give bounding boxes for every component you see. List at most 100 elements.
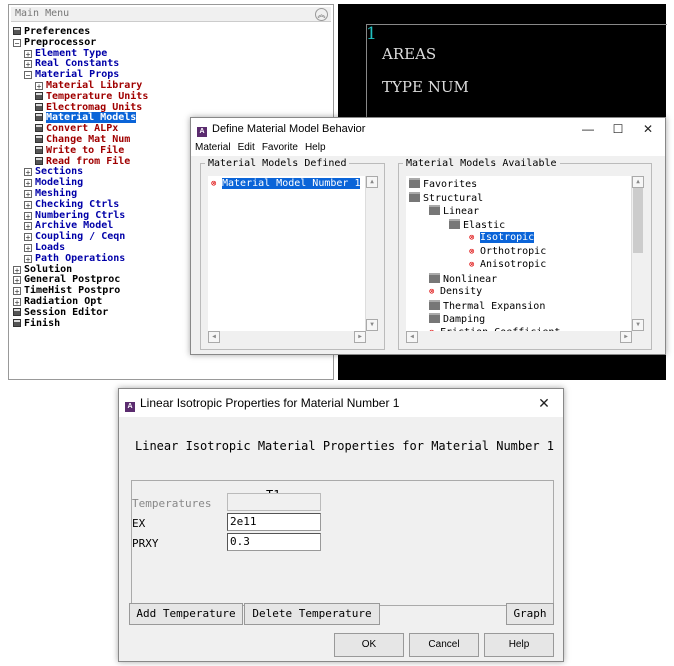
- ok-button[interactable]: OK: [334, 633, 404, 657]
- tree-node[interactable]: ⊗ Isotropic: [469, 232, 535, 244]
- menu-item-convert-alpx[interactable]: Convert ALPx: [35, 123, 118, 134]
- command-icon: [13, 318, 21, 327]
- horizontal-scrollbar[interactable]: ◀ ▶: [208, 331, 378, 343]
- menu-item-finish[interactable]: Finish: [13, 318, 60, 329]
- menu-item-loads[interactable]: + Loads: [24, 242, 65, 253]
- scroll-down-arrow[interactable]: ▼: [632, 319, 644, 331]
- expand-icon: +: [35, 82, 43, 91]
- folder-icon: [429, 313, 440, 323]
- menu-item-element-type[interactable]: + Element Type: [24, 48, 107, 59]
- expand-icon: +: [13, 298, 21, 307]
- tree-node[interactable]: Thermal Expansion: [429, 299, 545, 313]
- menu-item-path-operations[interactable]: + Path Operations: [24, 253, 125, 264]
- define-material-dialog: A Define Material Model Behavior — ☐ ✕ Ma…: [190, 117, 666, 355]
- menu-item-temperature-units[interactable]: Temperature Units: [35, 91, 148, 102]
- command-icon: [35, 102, 43, 111]
- menu-item-change-mat-num[interactable]: Change Mat Num: [35, 134, 130, 145]
- menu-item-general-postproc[interactable]: + General Postproc: [13, 274, 120, 285]
- scroll-left-arrow[interactable]: ◀: [406, 331, 418, 343]
- expand-icon: +: [24, 168, 32, 178]
- menu-item-radiation-opt[interactable]: + Radiation Opt: [13, 296, 102, 307]
- menu-material[interactable]: Material: [195, 142, 231, 153]
- menu-item-material-props[interactable]: − Material Props: [24, 69, 119, 80]
- scroll-right-arrow[interactable]: ▶: [354, 331, 366, 343]
- tree-node[interactable]: Damping: [429, 313, 485, 326]
- material-model-icon: ⊗: [469, 246, 475, 257]
- tree-node[interactable]: Structural: [409, 191, 483, 205]
- menu-item-archive-model[interactable]: + Archive Model: [24, 220, 113, 231]
- menu-item-preprocessor[interactable]: − Preprocessor: [13, 37, 96, 48]
- list-item[interactable]: ⊗ Material Model Number 1: [211, 178, 361, 190]
- scroll-up-arrow[interactable]: ▲: [366, 176, 378, 188]
- tree-node[interactable]: Elastic: [449, 218, 505, 232]
- tree-node[interactable]: Linear: [429, 205, 479, 218]
- command-icon: [35, 135, 43, 143]
- tree-node[interactable]: Favorites: [409, 178, 477, 191]
- material-model-icon: ⊗: [469, 260, 475, 270]
- ex-label: EX: [132, 517, 146, 530]
- cancel-button[interactable]: Cancel: [409, 633, 479, 657]
- tree-node[interactable]: Nonlinear: [429, 272, 497, 286]
- defined-list[interactable]: ⊗ Material Model Number 1 ▲ ▼ ◀ ▶: [208, 176, 378, 343]
- expand-icon: +: [24, 254, 32, 264]
- temperature-input: [227, 493, 321, 511]
- expand-icon: +: [13, 265, 21, 275]
- minimize-button[interactable]: —: [573, 118, 603, 140]
- menu-item-sections[interactable]: + Sections: [24, 166, 83, 177]
- menu-item-real-constants[interactable]: + Real Constants: [24, 58, 119, 69]
- menu-item-material-models[interactable]: Material Models: [35, 112, 137, 124]
- expand-icon: +: [24, 200, 32, 210]
- prxy-label: PRXY: [132, 537, 159, 550]
- graph-button[interactable]: Graph: [506, 603, 554, 625]
- menu-item-checking-ctrls[interactable]: + Checking Ctrls: [24, 199, 119, 210]
- menu-favorite[interactable]: Favorite: [262, 142, 298, 153]
- tree-node[interactable]: ⊗ Orthotropic: [469, 246, 546, 258]
- menu-item-timehist-postpro[interactable]: + TimeHist Postpro: [13, 285, 120, 296]
- menu-item-material-library[interactable]: + Material Library: [35, 80, 142, 91]
- tree-node[interactable]: ⊗ Anisotropic: [469, 259, 546, 271]
- close-button[interactable]: ✕: [529, 389, 559, 417]
- add-temperature-button[interactable]: Add Temperature: [129, 603, 243, 625]
- material-model-icon: ⊗: [211, 179, 217, 189]
- scroll-right-arrow[interactable]: ▶: [620, 331, 632, 343]
- menu-item-session-editor[interactable]: Session Editor: [13, 307, 108, 318]
- expand-icon: +: [24, 190, 32, 199]
- collapse-icon: −: [13, 38, 21, 48]
- menu-item-solution[interactable]: + Solution: [13, 264, 72, 275]
- menu-edit[interactable]: Edit: [238, 142, 255, 153]
- expand-icon: +: [24, 244, 32, 253]
- menu-item-modeling[interactable]: + Modeling: [24, 177, 83, 188]
- expand-icon: +: [13, 287, 21, 297]
- menu-help[interactable]: Help: [305, 142, 326, 153]
- collapse-icon[interactable]: ︽: [315, 8, 328, 21]
- ansys-icon: A: [197, 127, 207, 137]
- menu-item-read-from-file[interactable]: Read from File: [35, 156, 130, 167]
- vertical-scrollbar[interactable]: ▲ ▼: [631, 176, 644, 331]
- menu-item-meshing[interactable]: + Meshing: [24, 188, 77, 199]
- scroll-down-arrow[interactable]: ▼: [366, 319, 378, 331]
- command-icon: [13, 27, 21, 35]
- available-tree[interactable]: Favorites Structural Linear Elastic ⊗ Isotrop…: [406, 176, 644, 343]
- delete-temperature-button[interactable]: Delete Temperature: [244, 603, 380, 625]
- menu-item-numbering-ctrls[interactable]: + Numbering Ctrls: [24, 210, 125, 221]
- maximize-button[interactable]: ☐: [603, 118, 633, 140]
- expand-icon: +: [24, 179, 32, 189]
- horizontal-scrollbar[interactable]: ◀ ▶: [406, 331, 644, 343]
- scroll-left-arrow[interactable]: ◀: [208, 331, 220, 343]
- menu-item-preferences[interactable]: Preferences: [13, 26, 90, 37]
- vertical-scrollbar[interactable]: ▲ ▼: [365, 176, 378, 331]
- title-bar: A Linear Isotropic Properties for Materia…: [119, 389, 563, 417]
- ex-input[interactable]: 2e11: [227, 513, 321, 531]
- scroll-thumb[interactable]: [633, 188, 643, 253]
- dialog-heading: Linear Isotropic Material Properties for…: [135, 439, 555, 453]
- menu-item-coupling-ceqn[interactable]: + Coupling / Ceqn: [24, 231, 125, 242]
- command-icon: [13, 307, 21, 316]
- menu-item-write-to-file[interactable]: Write to File: [35, 145, 124, 156]
- close-button[interactable]: ✕: [633, 118, 663, 140]
- command-icon: [35, 156, 43, 165]
- prxy-input[interactable]: 0.3: [227, 533, 321, 551]
- scroll-up-arrow[interactable]: ▲: [632, 176, 644, 188]
- menu-item-electromag-units[interactable]: Electromag Units: [35, 102, 142, 113]
- tree-node[interactable]: ⊗ Density: [429, 286, 482, 298]
- help-button[interactable]: Help: [484, 633, 554, 657]
